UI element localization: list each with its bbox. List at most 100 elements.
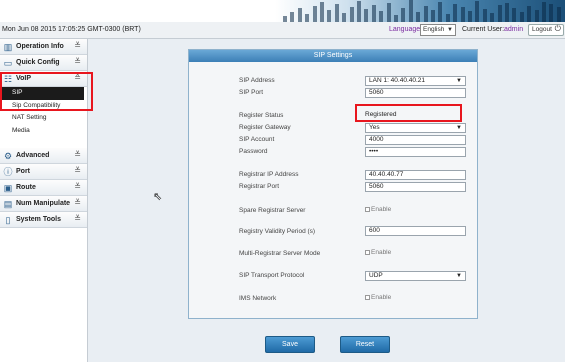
sidebar-item-media[interactable]: Media: [0, 125, 87, 138]
spare-registrar-label: Spare Registrar Server: [239, 207, 306, 214]
equalizer-bar: [357, 1, 361, 22]
chevron-down-icon: ▼: [447, 27, 453, 33]
menu-route[interactable]: ▣ Route ≚: [0, 180, 87, 196]
enable-label: Enable: [371, 294, 392, 301]
chevron-down-icon: ▼: [456, 273, 462, 279]
menu-num-manipulate[interactable]: ▤ Num Manipulate ≚: [0, 196, 87, 212]
chevron-down-icon: ≚: [74, 150, 81, 159]
menu-operation-info[interactable]: ▥ Operation Info ≚: [0, 39, 87, 55]
checkbox-box: [365, 250, 370, 255]
checkbox-box: [365, 295, 370, 300]
equalizer-bar: [305, 14, 310, 22]
sidebar-item-sip-compatibility[interactable]: Sip Compatibility: [0, 100, 87, 113]
sidebar-item-nat-setting[interactable]: NAT Setting: [0, 112, 87, 125]
registrar-ip-label: Registrar IP Address: [239, 171, 299, 178]
reset-button[interactable]: Reset: [340, 336, 390, 353]
top-banner: [0, 0, 565, 22]
equalizer-bar: [408, 0, 413, 22]
equalizer-bar: [445, 14, 450, 22]
equalizer-bar: [482, 9, 487, 22]
menu-label: Route: [16, 184, 36, 191]
sidebar-item-sip[interactable]: SIP: [0, 87, 84, 100]
keypad-icon: ▤: [3, 199, 13, 209]
menu-system-tools[interactable]: ▯ System Tools ≚: [0, 212, 87, 228]
validity-input[interactable]: 600: [365, 226, 466, 236]
equalizer-bar: [468, 11, 472, 22]
menu-quick-config[interactable]: ▭ Quick Config ≚: [0, 55, 87, 71]
menu-advanced[interactable]: ⚙ Advanced ≚: [0, 148, 87, 164]
sip-address-value: LAN 1: 40.40.40.21: [369, 77, 426, 84]
registrar-ip-input[interactable]: 40.40.40.77: [365, 170, 466, 180]
status-bar: Mon Jun 08 2015 17:05:25 GMT-0300 (BRT) …: [0, 22, 565, 39]
current-user: Current User:admin: [462, 26, 523, 33]
sip-account-label: SIP Account: [239, 136, 275, 143]
equalizer-bar: [542, 2, 546, 22]
multi-registrar-checkbox[interactable]: Enable: [365, 249, 391, 256]
equalizer-bar: [519, 12, 524, 22]
password-input[interactable]: ••••: [365, 147, 466, 157]
equalizer-bar: [297, 8, 302, 22]
equalizer-bar: [512, 8, 517, 22]
equalizer-bar: [475, 1, 480, 22]
sip-port-input[interactable]: 5060: [365, 88, 466, 98]
monitor-icon: ▭: [3, 58, 13, 68]
menu-label: Num Manipulate: [16, 200, 71, 207]
menu-label: Quick Config: [16, 59, 60, 66]
logout-button[interactable]: Logout ⏻: [528, 24, 564, 36]
equalizer-bar: [505, 3, 509, 22]
mouse-cursor-icon: ⇖: [153, 191, 163, 203]
equalizer-bar: [490, 13, 495, 22]
equalizer-bar: [549, 4, 554, 22]
validity-label: Registry Validity Period (s): [239, 228, 316, 235]
enable-label: Enable: [371, 249, 392, 256]
equalizer-bar: [342, 13, 347, 22]
equalizer-bar: [334, 4, 339, 22]
save-button[interactable]: Save: [265, 336, 315, 353]
menu-voip[interactable]: ☷ VoIP ≙: [0, 71, 87, 87]
chevron-down-icon: ≚: [74, 182, 81, 191]
multi-registrar-label: Multi-Registrar Server Mode: [239, 250, 321, 257]
datetime-text: Mon Jun 08 2015 17:05:25 GMT-0300 (BRT): [2, 26, 141, 33]
route-icon: ▣: [3, 183, 13, 193]
equalizer-bar: [460, 7, 465, 22]
bar-chart-icon: ▥: [3, 42, 13, 52]
gear-icon: ⚙: [3, 151, 13, 161]
spare-registrar-checkbox[interactable]: Enable: [365, 206, 391, 213]
current-user-name: admin: [504, 26, 524, 33]
chevron-down-icon: ≚: [74, 166, 81, 175]
menu-port[interactable]: ⓘ Port ≚: [0, 164, 87, 180]
language-select[interactable]: English ▼: [420, 24, 456, 36]
sip-port-label: SIP Port: [239, 89, 264, 96]
sip-account-input[interactable]: 4000: [365, 135, 466, 145]
chevron-down-icon: ≚: [74, 57, 81, 66]
equalizer-bar: [364, 9, 369, 22]
equalizer-bar: [431, 10, 435, 22]
panel-title: SIP Settings: [189, 50, 477, 62]
voip-submenu: SIP Sip Compatibility NAT Setting Media: [0, 87, 87, 137]
chevron-down-icon: ≚: [74, 41, 81, 50]
enable-label: Enable: [371, 206, 392, 213]
equalizer-bar: [497, 5, 502, 22]
sidebar: ▥ Operation Info ≚ ▭ Quick Config ≚ ☷ Vo…: [0, 39, 88, 362]
power-icon: ⏻: [554, 24, 561, 33]
sip-address-select[interactable]: LAN 1: 40.40.40.21 ▼: [365, 76, 466, 86]
equalizer-bar: [379, 11, 384, 22]
equalizer-bar: [401, 8, 406, 22]
register-gateway-label: Register Gateway: [239, 124, 291, 131]
chevron-down-icon: ▼: [456, 125, 462, 131]
menu-label: Advanced: [16, 152, 50, 159]
chevron-down-icon: ≚: [74, 198, 81, 207]
checkbox-box: [365, 207, 370, 212]
menu-label: Port: [16, 168, 30, 175]
registrar-port-input[interactable]: 5060: [365, 182, 466, 192]
transport-select[interactable]: UDP ▼: [365, 271, 466, 281]
equalizer-bar: [290, 12, 295, 22]
register-status-value: Registered: [365, 111, 397, 118]
ims-checkbox[interactable]: Enable: [365, 294, 391, 301]
equalizer-bar: [327, 10, 332, 22]
chevron-down-icon: ≚: [74, 214, 81, 223]
register-gateway-select[interactable]: Yes ▼: [365, 123, 466, 133]
equalizer-bar: [386, 3, 391, 22]
register-status-label: Register Status: [239, 112, 284, 119]
menu-label: VoIP: [16, 75, 32, 82]
